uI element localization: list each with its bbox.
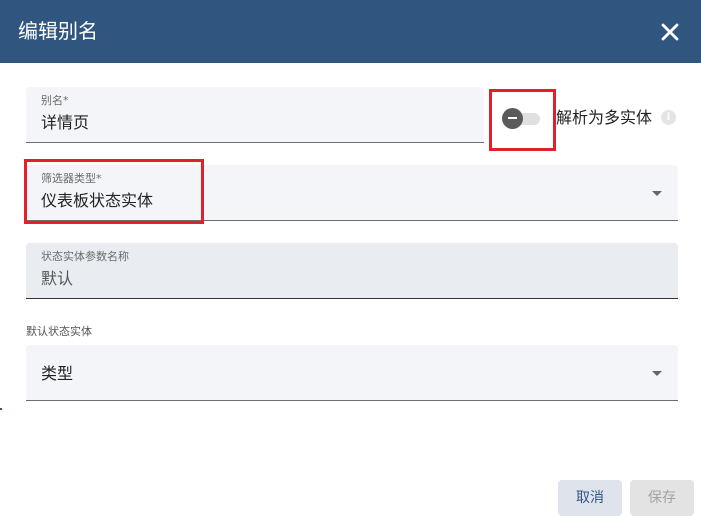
resolve-multiple-label: 解析为多实体 — [556, 108, 653, 127]
filter-type-value: 仪表板状态实体 — [41, 191, 154, 210]
dropdown-arrow-icon — [652, 191, 662, 196]
toggle-off-icon — [508, 117, 517, 119]
toggle-thumb — [502, 108, 523, 129]
filter-type-label: 筛选器类型* — [41, 172, 102, 185]
alias-input[interactable]: 别名* 详情页 — [26, 87, 484, 143]
cancel-button[interactable]: 取消 — [558, 480, 622, 516]
state-param-value: 默认 — [41, 269, 74, 288]
background-edge — [0, 408, 2, 410]
alias-value: 详情页 — [41, 113, 90, 132]
save-button[interactable]: 保存 — [630, 480, 694, 516]
close-icon — [661, 23, 679, 41]
edit-alias-dialog: 编辑别名 别名* 详情页 解析为多实体 i 筛选器类型* 仪表板状态实体 状态实… — [0, 0, 701, 525]
filter-type-select[interactable]: 筛选器类型* 仪表板状态实体 — [26, 165, 678, 221]
close-button[interactable] — [656, 18, 684, 46]
type-select[interactable]: 类型 — [26, 345, 678, 401]
state-param-label: 状态实体参数名称 — [41, 250, 129, 263]
dropdown-arrow-icon — [652, 371, 662, 376]
dialog-header: 编辑别名 — [0, 0, 701, 63]
resolve-multiple-toggle[interactable] — [502, 108, 540, 129]
alias-label: 别名* — [41, 94, 69, 107]
state-param-input[interactable]: 状态实体参数名称 默认 — [26, 243, 678, 299]
default-state-entity-label: 默认状态实体 — [26, 325, 92, 338]
dialog-title: 编辑别名 — [18, 19, 98, 43]
type-value: 类型 — [41, 364, 74, 383]
info-icon[interactable]: i — [661, 110, 676, 125]
